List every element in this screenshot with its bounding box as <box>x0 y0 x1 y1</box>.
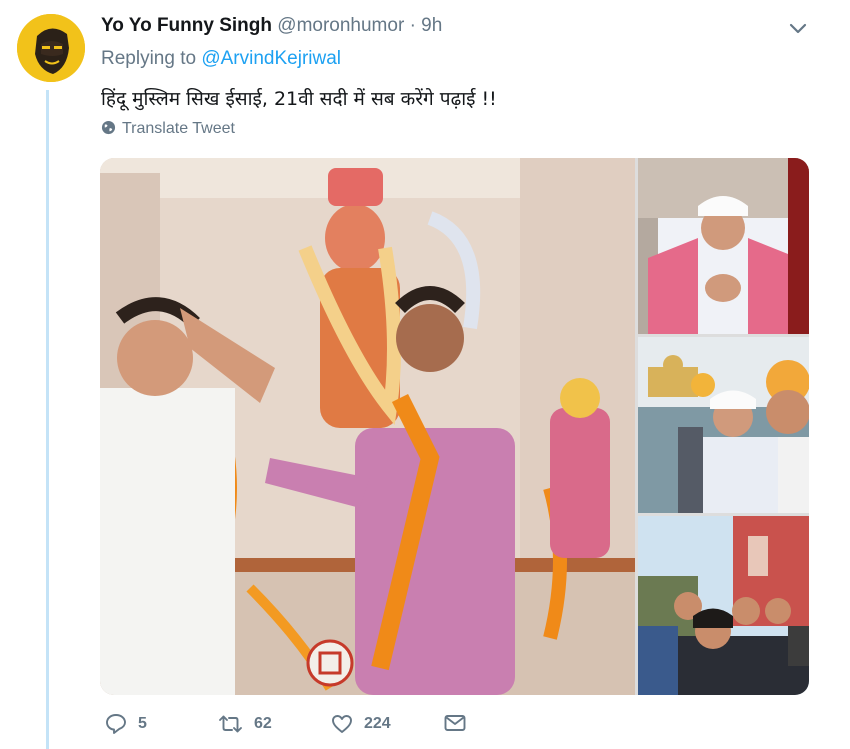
like-count: 224 <box>364 715 391 732</box>
like-button[interactable]: 224 <box>330 712 391 736</box>
translate-tweet-link[interactable]: Translate Tweet <box>101 120 235 138</box>
tweet-media-grid <box>100 158 809 695</box>
translate-label: Translate Tweet <box>122 120 235 137</box>
direct-message-button[interactable] <box>443 712 477 734</box>
thread-line <box>46 90 49 749</box>
tweet-timestamp[interactable]: 9h <box>421 15 442 36</box>
reply-button[interactable]: 5 <box>104 712 147 736</box>
globe-icon <box>101 120 116 135</box>
media-thumbnail-3[interactable] <box>638 516 809 695</box>
retweet-icon <box>219 715 242 733</box>
tweet-actions: 5 62 224 <box>101 712 501 740</box>
tweet-header: Yo Yo Funny Singh @moronhumor · 9h <box>101 14 442 38</box>
reply-count: 5 <box>138 715 147 732</box>
retweet-button[interactable]: 62 <box>217 712 272 736</box>
reply-icon <box>106 714 126 734</box>
replying-to-mention[interactable]: @ArvindKejriwal <box>201 48 341 69</box>
retweet-count: 62 <box>254 715 272 732</box>
replying-to-label: Replying to <box>101 48 197 69</box>
cartoon-face-avatar-icon <box>17 14 85 82</box>
tweet-text: हिंदू मुस्लिम सिख ईसाई, 21वी सदी में सब … <box>101 88 497 110</box>
envelope-icon <box>444 715 466 731</box>
avatar[interactable] <box>17 14 85 82</box>
media-photo-temple[interactable] <box>100 158 635 695</box>
separator-dot: · <box>409 15 416 36</box>
media-thumbnail-2[interactable] <box>638 337 809 513</box>
author-handle[interactable]: @moronhumor <box>277 15 404 36</box>
media-thumbnail-1[interactable] <box>638 158 809 334</box>
replying-to: Replying to @ArvindKejriwal <box>101 48 341 70</box>
chevron-down-icon[interactable] <box>786 17 810 41</box>
heart-icon <box>332 715 352 733</box>
author-name[interactable]: Yo Yo Funny Singh <box>101 15 272 36</box>
